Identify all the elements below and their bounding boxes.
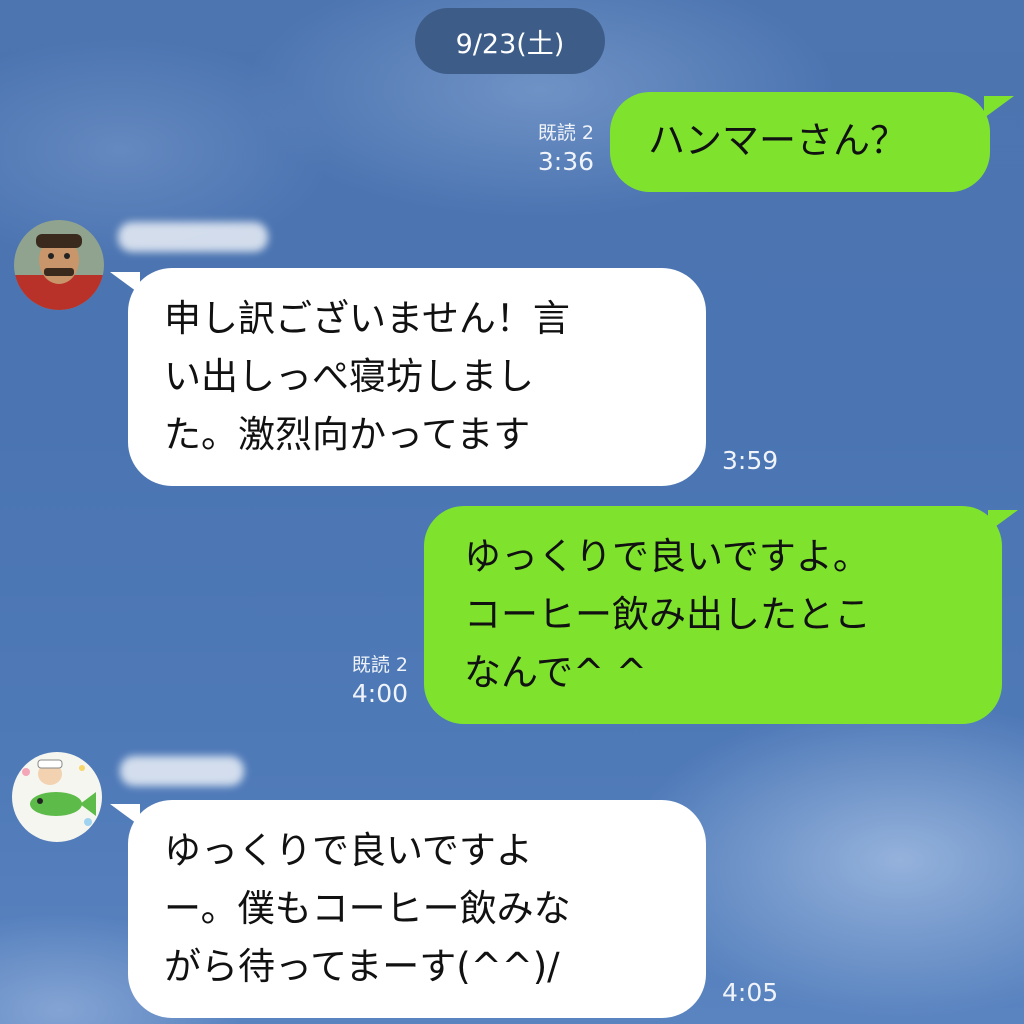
message-line: ハンマーさん？ [648, 119, 907, 162]
avatar[interactable] [14, 220, 104, 310]
message-bubble-outgoing[interactable]: ハンマーさん？ [610, 92, 990, 192]
bubble-tail [984, 96, 1014, 118]
avatar[interactable] [12, 752, 102, 842]
read-receipt: 既読 2 [537, 122, 594, 144]
avatar-person-icon [14, 220, 104, 310]
message-meta: 既読 2 4:00 [352, 652, 408, 710]
message-bubble-outgoing[interactable]: ゆっくりで良いですよ。 コーヒー飲み出したとこ なんで^ ^ [424, 506, 1002, 724]
message-line: 申し訳ございません！言 [164, 297, 570, 340]
message-time: 4:00 [351, 679, 408, 708]
message-line: なんで^ ^ [464, 651, 647, 694]
message-time: 4:05 [722, 978, 779, 1007]
message-line: い出しっぺ寝坊しまし [164, 355, 534, 398]
date-separator: 9/23(土) [415, 8, 605, 74]
message-time: 3:36 [537, 147, 594, 176]
message-line: がら待ってまーす(^^)/ [164, 945, 560, 988]
message-bubble-incoming[interactable]: ゆっくりで良いですよ ー。僕もコーヒー飲みな がら待ってまーす(^^)/ [128, 800, 706, 1018]
message-line: コーヒー飲み出したとこ [464, 593, 871, 636]
bubble-tail [988, 510, 1018, 532]
message-line: ー。僕もコーヒー飲みな [164, 887, 571, 930]
read-receipt: 既読 2 [351, 654, 408, 676]
sender-name-blurred [118, 222, 268, 252]
sender-name-blurred [120, 756, 244, 786]
message-line: ゆっくりで良いですよ。 [464, 535, 870, 578]
avatar-fish-icon [12, 752, 102, 842]
message-meta: 既読 2 3:36 [538, 120, 594, 178]
message-time: 3:59 [722, 446, 779, 475]
message-bubble-incoming[interactable]: 申し訳ございません！言 い出しっぺ寝坊しまし た。激烈向かってます [128, 268, 706, 486]
message-line: ゆっくりで良いですよ [164, 829, 533, 872]
message-line: た。激烈向かってます [164, 413, 531, 456]
